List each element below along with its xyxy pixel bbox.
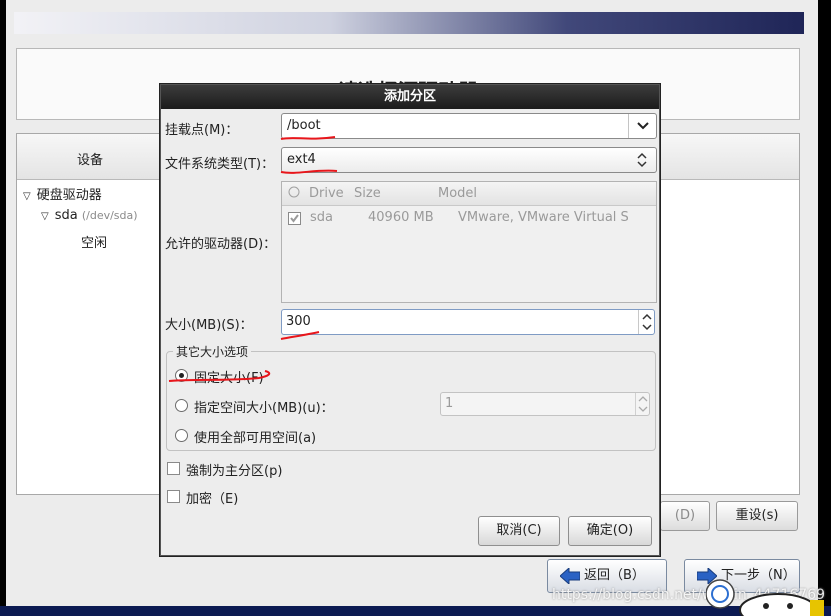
encrypt-label[interactable]: 加密（E) [186, 488, 238, 507]
mount-point-label: 挂载点(M)： [165, 123, 239, 138]
cancel-button[interactable]: 取消(C) [478, 516, 560, 546]
updown-chevron-icon[interactable] [628, 148, 656, 172]
fill-all-radio[interactable] [175, 429, 188, 442]
column-drive[interactable]: Drive [309, 186, 344, 201]
dialog-title: 添加分区 [161, 85, 659, 109]
fill-up-to-label[interactable]: 指定空间大小(MB)(u)： [194, 397, 334, 416]
encrypt-checkbox[interactable] [167, 490, 180, 503]
column-model[interactable]: Model [438, 186, 477, 201]
header-banner [14, 12, 804, 34]
back-button-label: 返回（B） [584, 568, 645, 583]
drive-name: sda [310, 210, 333, 225]
tree-item-hard-drives[interactable]: ▽ 硬盘驱动器 [23, 184, 102, 203]
allowed-drives-label: 允许的驱动器(D)： [165, 237, 277, 252]
fill-up-to-radio[interactable] [175, 399, 188, 412]
annotation-underline-fixed-size [168, 370, 271, 382]
size-label: 大小(MB)(S)： [165, 318, 253, 333]
delete-button[interactable]: (D) [660, 501, 710, 531]
spin-arrows-icon[interactable] [638, 310, 654, 334]
size-spinbox[interactable]: 300 [281, 309, 655, 335]
drive-size: 40960 MB [368, 210, 434, 225]
tree-item-sda[interactable]: ▽ sda (/dev/sda) [41, 208, 138, 223]
annotation-underline-mount [280, 136, 336, 140]
force-primary-checkbox[interactable] [167, 462, 180, 475]
tree-item-label: 硬盘驱动器 [36, 188, 102, 203]
force-primary-label[interactable]: 強制为主分区(p) [186, 460, 282, 479]
allowed-drives-table: Drive Size Model sda 40960 MB VMware, VM… [281, 181, 657, 303]
max-size-value: 1 [445, 396, 454, 411]
tree-item-label: sda [54, 208, 78, 223]
drives-table-header: Drive Size Model [282, 182, 656, 206]
annotation-underline-fstype [280, 169, 338, 174]
tree-item-device-path: (/dev/sda) [81, 209, 138, 222]
fs-type-value: ext4 [287, 152, 316, 167]
checkbox-header-icon [288, 186, 300, 202]
max-size-spinbox: 1 [440, 392, 650, 416]
other-size-options-title: 其它大小选项 [173, 343, 252, 360]
expander-down-icon[interactable]: ▽ [41, 211, 49, 222]
fs-type-label: 文件系统类型(T)： [165, 157, 275, 172]
add-partition-dialog: 添加分区 挂载点(M)： /boot 文件系统类型(T)： ext4 允许的驱动… [160, 84, 660, 556]
tree-item-label: 空闲 [81, 236, 108, 251]
tree-header-label: 设备 [77, 153, 104, 168]
mascot-sticker-icon [706, 579, 824, 616]
tree-item-free[interactable]: 空闲 [81, 232, 107, 251]
annotation-underline-size [280, 331, 320, 340]
spin-arrows-icon [635, 393, 649, 415]
expander-down-icon[interactable]: ▽ [23, 191, 31, 202]
fill-all-label[interactable]: 使用全部可用空间(a) [194, 427, 316, 446]
reset-button[interactable]: 重设(s) [716, 501, 798, 531]
chevron-down-icon[interactable] [628, 114, 656, 138]
other-size-options-group: 其它大小选项 固定大小(F) 指定空间大小(MB)(u)： 1 使用全部可用空间… [166, 343, 656, 451]
drive-model: VMware, VMware Virtual S [458, 210, 629, 225]
size-value[interactable]: 300 [286, 314, 311, 329]
table-row[interactable]: sda 40960 MB VMware, VMware Virtual S [282, 206, 656, 232]
column-size[interactable]: Size [354, 186, 381, 201]
mount-point-value[interactable]: /boot [287, 118, 321, 133]
arrow-left-icon [560, 567, 580, 584]
ok-button[interactable]: 确定(O) [568, 516, 652, 546]
drive-checkbox[interactable] [288, 212, 301, 225]
